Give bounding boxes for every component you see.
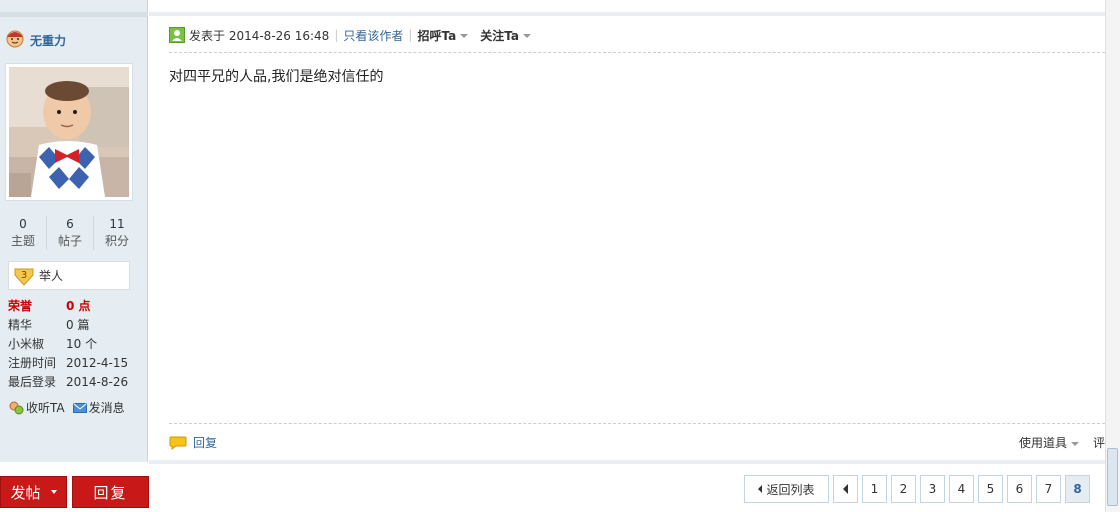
user-actions: 收听TA 发消息 (8, 399, 133, 416)
greet-label: 招呼Ta (417, 28, 457, 43)
page-link[interactable]: 7 (1036, 475, 1061, 503)
page-link[interactable]: 1 (862, 475, 887, 503)
sidebar-top-divider (0, 12, 148, 17)
send-message-link[interactable]: 发消息 (72, 399, 125, 416)
rank-label: 举人 (39, 269, 64, 283)
speech-bubble-icon (169, 436, 187, 450)
rank-medal-icon: 3 (14, 268, 34, 286)
info-value: 0 点 (66, 299, 91, 313)
prev-page-button[interactable] (833, 475, 858, 503)
rate-link[interactable]: 评 (1093, 434, 1105, 451)
stat-posts-count: 6 (66, 217, 74, 231)
info-row-digest: 精华 0 篇 (8, 316, 128, 335)
post-header-divider (169, 52, 1105, 53)
username-link[interactable]: 无重力 (30, 32, 66, 49)
info-row-last-login: 最后登录 2014-8-26 (8, 373, 128, 392)
info-value: 2014-8-26 (66, 375, 129, 389)
vertical-scrollbar[interactable] (1105, 0, 1120, 512)
stat-topics-count: 0 (19, 217, 27, 231)
pagination: 返回列表 1 2 3 4 5 6 7 8 (744, 475, 1094, 503)
meta-separator: | (408, 28, 413, 42)
use-tools-dropdown[interactable]: 使用道具 (1019, 434, 1079, 451)
user-rank: 3 举人 (8, 261, 130, 290)
post-bottom-divider (149, 460, 1105, 464)
post-content: 对四平兄的人品,我们是绝对信任的 (169, 69, 384, 85)
page-link[interactable]: 4 (949, 475, 974, 503)
stat-posts[interactable]: 6 帖子 (47, 216, 94, 250)
info-key: 小米椒 (8, 337, 45, 351)
stat-points[interactable]: 11 积分 (94, 216, 140, 250)
info-key: 精华 (8, 318, 33, 332)
chevron-down-icon (522, 34, 531, 38)
info-row-register: 注册时间 2012-4-15 (8, 354, 128, 373)
stat-points-count: 11 (109, 217, 125, 231)
follow-label: 收听TA (26, 401, 65, 415)
info-key: 荣誉 (8, 299, 33, 313)
rank-level: 3 (21, 270, 27, 281)
author-sidebar: 无重力 0 主题 6 帖子 11 积分 3 举人 荣誉 0 点 精华 0 篇 小… (0, 0, 148, 462)
follow-author-label: 关注Ta (480, 28, 519, 43)
stat-points-label: 积分 (104, 234, 129, 248)
page-link[interactable]: 6 (1007, 475, 1032, 503)
info-row-pepper: 小米椒 10 个 (8, 335, 128, 354)
only-author-link[interactable]: 只看该作者 (343, 27, 403, 44)
stat-topics[interactable]: 0 主题 (0, 216, 47, 250)
page-link[interactable]: 3 (920, 475, 945, 503)
chevron-down-icon (50, 490, 57, 494)
user-header: 无重力 (4, 26, 66, 49)
triangle-left-icon (758, 485, 763, 493)
current-page: 8 (1065, 475, 1090, 503)
tools-label: 使用道具 (1018, 436, 1067, 450)
user-stats: 0 主题 6 帖子 11 积分 (0, 216, 140, 250)
meta-separator: | (334, 28, 339, 42)
avatar-photo (9, 67, 129, 197)
user-info-list: 荣誉 0 点 精华 0 篇 小米椒 10 个 注册时间 2012-4-15 最后… (8, 297, 128, 392)
post-meta-bar: 发表于 2014-8-26 16:48 | 只看该作者 | 招呼Ta 关注Ta (169, 27, 531, 43)
reply-link[interactable]: 回复 (169, 434, 217, 451)
page-link[interactable]: 5 (978, 475, 1003, 503)
message-label: 发消息 (88, 401, 125, 415)
scrollbar-thumb[interactable] (1107, 448, 1118, 506)
stat-posts-label: 帖子 (57, 234, 82, 248)
reply-button[interactable]: 回复 (72, 476, 149, 508)
post-footer: 回复 使用道具 评 (169, 434, 1105, 452)
back-to-list-button[interactable]: 返回列表 (744, 475, 829, 503)
envelope-icon (72, 402, 87, 413)
info-row-honor: 荣誉 0 点 (8, 297, 128, 316)
greet-dropdown[interactable]: 招呼Ta (417, 27, 469, 44)
post-top-divider (149, 12, 1105, 16)
chevron-down-icon (460, 34, 469, 38)
follow-dropdown[interactable]: 关注Ta (480, 27, 531, 44)
new-post-button[interactable]: 发帖 (0, 476, 67, 508)
info-value: 10 个 (66, 337, 98, 351)
stat-topics-label: 主题 (10, 234, 35, 248)
info-value: 2012-4-15 (66, 356, 129, 370)
info-key: 注册时间 (8, 356, 57, 370)
new-post-label: 发帖 (10, 484, 41, 502)
page-link[interactable]: 2 (891, 475, 916, 503)
chevron-down-icon (1071, 441, 1079, 446)
reply-label: 回复 (193, 436, 218, 450)
info-value: 0 篇 (66, 318, 90, 332)
user-online-icon (6, 30, 24, 47)
follow-user-link[interactable]: 收听TA (8, 399, 65, 416)
back-to-list-label: 返回列表 (766, 482, 815, 497)
info-key: 最后登录 (8, 375, 57, 389)
follow-icon (9, 401, 24, 414)
post-timestamp: 发表于 2014-8-26 16:48 (189, 28, 330, 43)
online-status-icon (169, 27, 185, 43)
forum-post-page: 无重力 0 主题 6 帖子 11 积分 3 举人 荣誉 0 点 精华 0 篇 小… (0, 0, 1120, 512)
avatar[interactable] (5, 63, 133, 201)
triangle-left-icon (843, 484, 848, 494)
post-footer-divider (169, 423, 1105, 424)
